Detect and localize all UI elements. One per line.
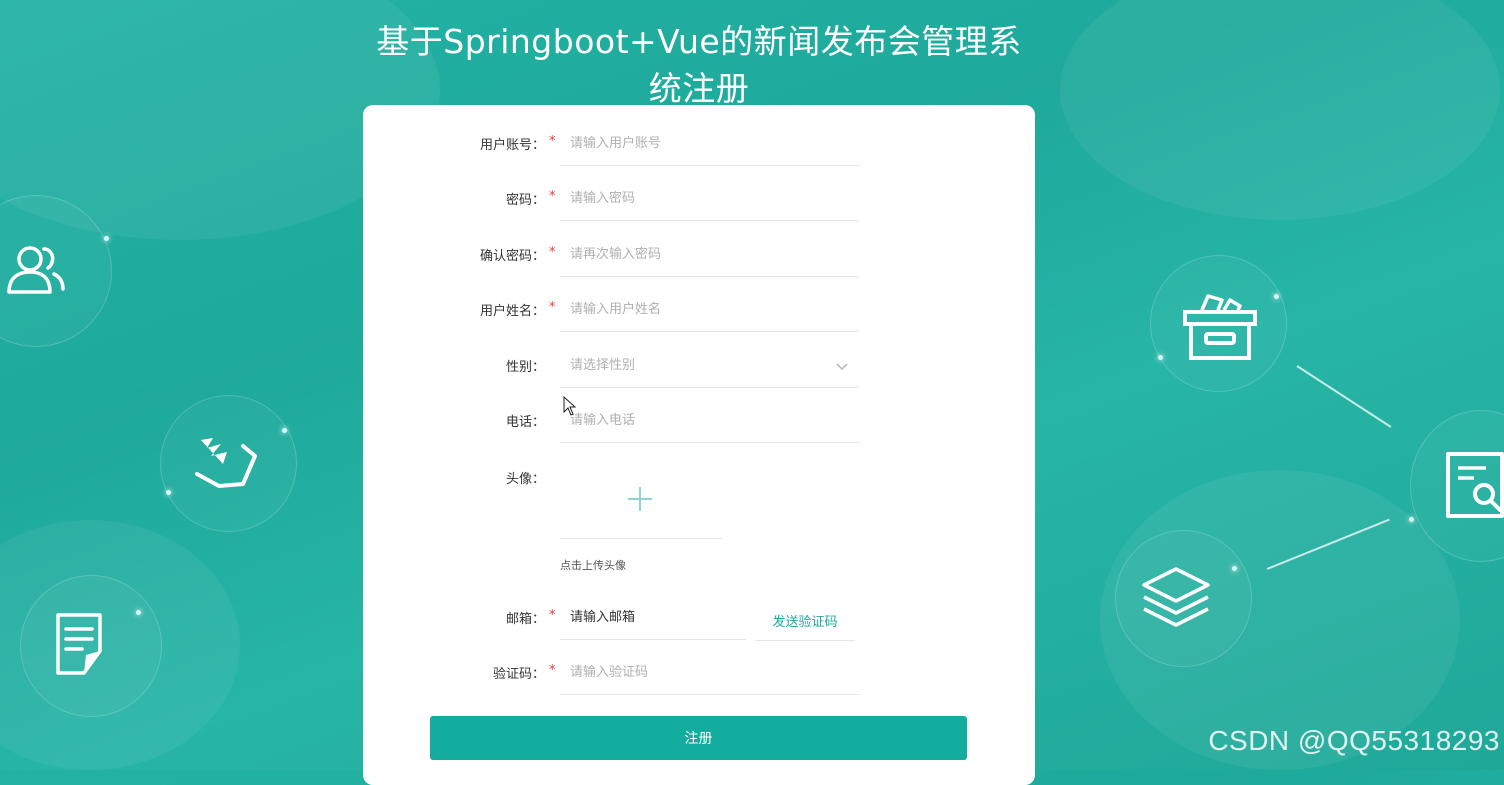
hand-leaf-icon [195, 438, 257, 488]
document-icon [56, 613, 102, 675]
email-label: 邮箱： [505, 612, 545, 627]
confirm-password-input[interactable] [560, 233, 860, 277]
form-row-gender: 性别： [363, 344, 1035, 400]
form-row-email: 邮箱： * [363, 596, 1035, 652]
avatar-label: 头像： [505, 472, 545, 487]
required-mark: * [549, 608, 556, 623]
form-row-phone: 电话： [363, 399, 1035, 455]
name-label: 用户姓名： [479, 304, 545, 319]
confirm-password-label: 确认密码： [479, 249, 545, 264]
upload-hint: 点击上传头像 [560, 559, 626, 572]
form-row-password: 密码： * [363, 177, 1035, 233]
form-row-confirm-password: 确认密码： * [363, 233, 1035, 289]
account-input[interactable] [560, 122, 860, 166]
phone-label: 电话： [505, 415, 545, 430]
password-input[interactable] [560, 177, 860, 221]
required-mark: * [549, 300, 556, 315]
email-input[interactable] [560, 596, 746, 640]
search-document-icon [1446, 452, 1504, 518]
page-title: 基于Springboot+Vue的新闻发布会管理系统注册 [376, 22, 1022, 108]
watermark: CSDN @QQ55318293 [1208, 725, 1500, 756]
layers-icon [1142, 567, 1210, 627]
mouse-cursor-icon [563, 396, 577, 416]
gender-label: 性别： [505, 360, 545, 375]
required-mark: * [549, 663, 556, 678]
verify-code-input[interactable] [560, 651, 860, 695]
password-label: 密码： [505, 193, 545, 208]
archive-box-icon [1183, 294, 1257, 360]
account-label: 用户账号： [479, 138, 545, 153]
form-row-account: 用户账号： * [363, 122, 1035, 178]
verify-code-label: 验证码： [492, 667, 545, 682]
users-icon [7, 246, 65, 294]
gender-select[interactable] [560, 344, 860, 388]
register-button[interactable]: 注册 [430, 716, 967, 760]
register-form-card: 用户账号： * 密码： * 确认密码： * 用户姓名： * 性别： 电话： 头像… [363, 105, 1035, 785]
form-row-name: 用户姓名： * [363, 288, 1035, 344]
send-code-button[interactable]: 发送验证码 [755, 606, 855, 641]
chevron-down-icon[interactable] [836, 363, 848, 371]
avatar-upload[interactable] [560, 460, 722, 539]
phone-input[interactable] [560, 399, 860, 443]
plus-icon [628, 487, 652, 511]
form-row-verify-code: 验证码： * [363, 651, 1035, 707]
name-input[interactable] [560, 288, 860, 332]
required-mark: * [549, 245, 556, 260]
required-mark: * [549, 134, 556, 149]
required-mark: * [549, 189, 556, 204]
